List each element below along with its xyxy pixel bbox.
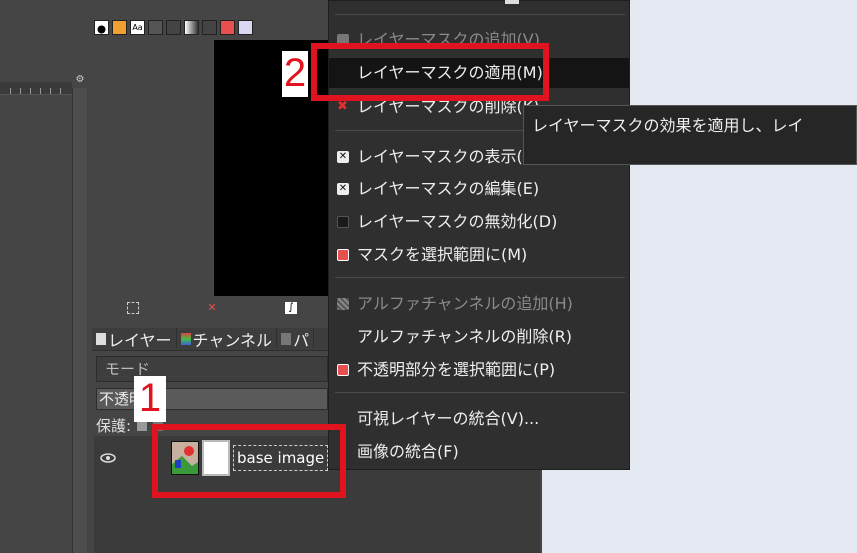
layers-icon [96, 333, 106, 345]
pattern-icon[interactable] [112, 19, 127, 35]
menu-scroll-arrow-icon[interactable] [505, 0, 519, 4]
document-icon[interactable] [148, 19, 163, 35]
checkbox-checked-icon: ✕ [337, 183, 349, 195]
lock-label: 保護: [96, 417, 132, 435]
clear-icon[interactable]: ✕ [205, 301, 219, 315]
alpha-to-selection-icon [337, 364, 349, 376]
path-icon[interactable]: ∫ [285, 302, 297, 314]
annotation-number-2: 2 [282, 51, 308, 97]
tab-layers[interactable]: レイヤー [92, 328, 177, 350]
annotation-box-1 [152, 424, 346, 498]
menu-item-remove-alpha-channel[interactable]: アルファチャンネルの削除(R) [329, 322, 629, 352]
checkbox-unchecked-icon [337, 216, 349, 228]
channels-icon [180, 333, 191, 345]
checkbox-checked-icon: ✕ [337, 151, 349, 163]
paint-dynamics-icon[interactable] [202, 19, 217, 35]
menu-item-add-alpha-channel: アルファチャンネルの追加(H) [329, 289, 629, 319]
ruler [0, 82, 72, 95]
delete-mask-icon: ✖ [337, 99, 348, 114]
gradient-icon[interactable] [184, 19, 199, 35]
annotation-box-2 [311, 43, 549, 101]
font-icon[interactable]: Aa [130, 19, 145, 35]
mode-selector[interactable]: モード [96, 356, 328, 382]
menu-item-mask-to-selection[interactable]: マスクを選択範囲に(M) [329, 240, 629, 270]
palette-icon[interactable] [238, 19, 253, 35]
tab-channels[interactable]: チャンネル [177, 328, 278, 350]
menu-item-edit-layer-mask[interactable]: ✕ レイヤーマスクの編集(E) [329, 174, 629, 204]
tab-paths[interactable]: パ [277, 328, 315, 350]
tool-preset-icon[interactable] [166, 19, 181, 35]
opacity-slider[interactable]: 不透明 [96, 388, 328, 410]
preview-buttons: ✕ ∫ [94, 296, 330, 320]
lock-pixels-icon[interactable] [137, 421, 148, 431]
menu-item-alpha-to-selection[interactable]: 不透明部分を選択範囲に(P) [329, 355, 629, 385]
menu-item-disable-layer-mask[interactable]: レイヤーマスクの無効化(D) [329, 207, 629, 237]
dock-tab-icons: Aa [94, 16, 330, 38]
select-icon[interactable] [127, 302, 139, 314]
mask-to-selection-icon [337, 249, 349, 261]
brush-icon[interactable] [94, 19, 109, 35]
layers-tabbar: レイヤー チャンネル パ [92, 328, 328, 351]
add-alpha-icon [337, 298, 349, 310]
vertical-scrollbar[interactable] [72, 88, 87, 553]
menu-item-merge-visible-layers[interactable]: 可視レイヤーの統合(V)... [329, 404, 629, 434]
palette-red-icon[interactable] [220, 19, 235, 35]
tooltip: レイヤーマスクの効果を適用し、レイ [523, 105, 857, 165]
menu-item-flatten-image[interactable]: 画像の統合(F) [329, 437, 629, 467]
annotation-number-1: 1 [134, 376, 166, 422]
dock-config-icon[interactable]: ⚙ [74, 74, 86, 86]
paths-icon [281, 333, 292, 345]
eye-icon[interactable] [100, 452, 116, 464]
